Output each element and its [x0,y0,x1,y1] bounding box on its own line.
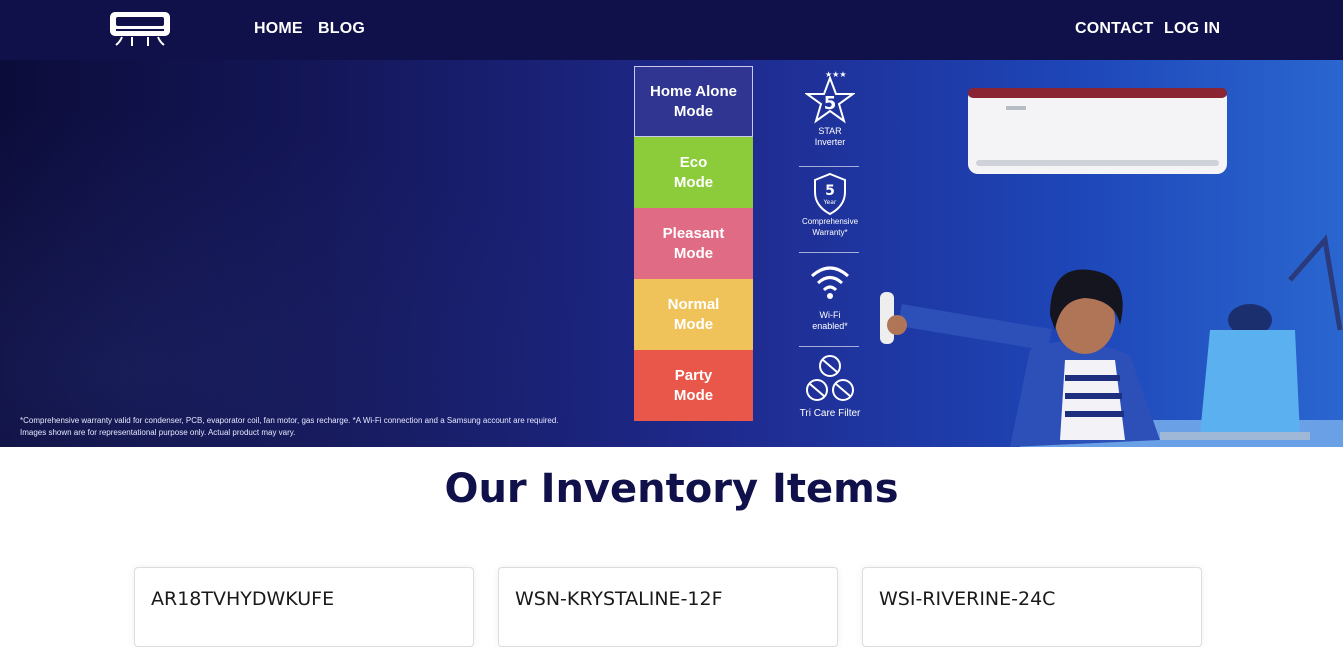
feature-divider [799,252,859,253]
feature-divider [799,166,859,167]
inventory-card[interactable]: WSI-RIVERINE-24C [862,567,1202,647]
woman-with-remote-image [870,220,1343,447]
nav-home-link[interactable]: HOME [254,20,303,38]
star-icon: ★★★ 5 [805,70,855,124]
svg-text:★★★: ★★★ [825,70,847,79]
nav-login-link[interactable]: LOG IN [1164,20,1220,38]
inventory-title: Our Inventory Items [444,466,899,512]
inventory-card[interactable]: WSN-KRYSTALINE-12F [498,567,838,647]
nav-blog-link[interactable]: BLOG [318,20,365,38]
nav-contact-link[interactable]: CONTACT [1075,20,1153,38]
air-conditioner-image [966,86,1229,176]
inventory-item-name: WSN-KRYSTALINE-12F [515,588,723,610]
mode-normal: Normal Mode [634,279,753,350]
inventory-item-name: AR18TVHYDWKUFE [151,588,335,610]
feature-wifi: Wi-Fi enabled* [797,262,863,332]
mode-pleasant: Pleasant Mode [634,208,753,279]
mode-list: Home Alone Mode Eco Mode Pleasant Mode Norm… [634,66,753,421]
hero-background [0,60,700,447]
navbar: HOME BLOG CONTACT LOG IN [0,0,1343,60]
mode-home-alone: Home Alone Mode [634,66,753,137]
feature-warranty: 5 Year Comprehensive Warranty* [797,172,863,238]
mode-eco: Eco Mode [634,137,753,208]
feature-filter: Tri Care Filter [797,352,863,419]
air-conditioner-icon[interactable] [110,12,170,48]
hero-disclaimer: *Comprehensive warranty valid for conden… [20,416,559,437]
inventory-card[interactable]: AR18TVHYDWKUFE [134,567,474,647]
svg-text:Year: Year [823,199,837,206]
inventory-item-name: WSI-RIVERINE-24C [879,588,1056,610]
shield-icon: 5 Year [814,172,846,216]
svg-text:5: 5 [825,183,835,199]
svg-text:5: 5 [824,93,837,114]
filter-icon [806,355,854,401]
feature-star-inverter: ★★★ 5 STAR Inverter [797,68,863,148]
mode-party: Party Mode [634,350,753,421]
feature-divider [799,346,859,347]
hero-banner: *Comprehensive warranty valid for conden… [0,60,1343,447]
wifi-icon [811,266,849,299]
